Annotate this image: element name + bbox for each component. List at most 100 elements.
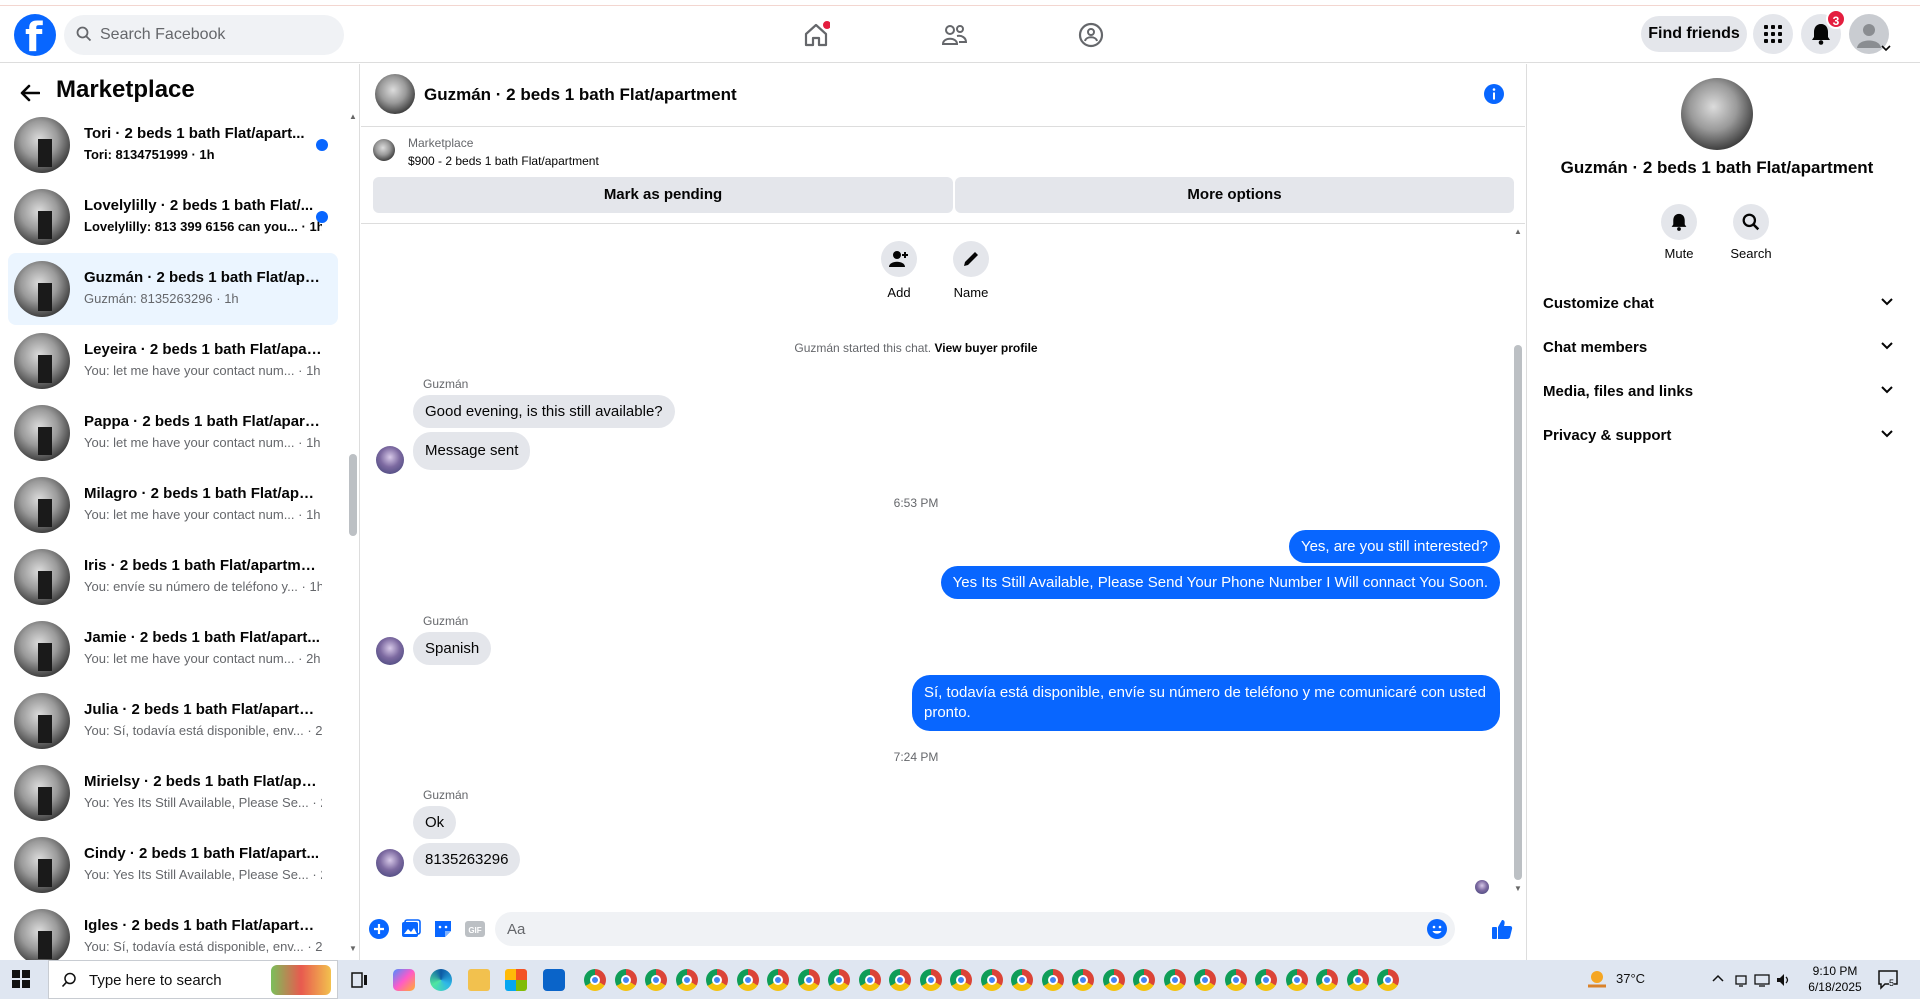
name-chat-action[interactable]: Name [941,241,1001,300]
emoji-icon[interactable] [1427,919,1447,939]
chrome-icon[interactable] [889,969,911,991]
info-icon[interactable] [1484,84,1504,104]
listing-detail[interactable]: $900 - 2 beds 1 bath Flat/apartment [408,154,599,168]
mute-action[interactable]: Mute [1649,204,1709,261]
chrome-icon[interactable] [919,969,942,991]
incoming-message[interactable]: Message sent [413,432,531,470]
back-arrow-icon[interactable] [20,84,40,102]
chrome-icon[interactable] [1255,969,1277,991]
chrome-icon[interactable] [797,969,820,991]
conversation-item[interactable]: Pappa · 2 beds 1 bath Flat/apart... You: … [8,397,338,469]
windows-start-icon[interactable] [12,970,30,988]
chrome-icon[interactable] [1041,969,1064,991]
edge-icon[interactable] [430,969,452,991]
chrome-icon[interactable] [675,969,698,991]
thread-scroll-down-arrow[interactable]: ▼ [1514,884,1522,893]
conversation-item[interactable]: Guzmán · 2 beds 1 bath Flat/apa... Guzmán… [8,253,338,325]
network-icon[interactable] [1733,972,1749,988]
friends-icon[interactable] [940,21,968,49]
chrome-icon[interactable] [584,969,606,991]
incoming-message[interactable]: Spanish [413,632,492,665]
thread-scrollbar[interactable] [1514,345,1522,880]
chrome-icon[interactable] [706,969,728,991]
microsoft-store-icon[interactable] [505,969,527,991]
privacy-support-section[interactable]: Privacy & support [1543,418,1893,454]
volume-icon[interactable] [1775,972,1791,988]
chrome-icon[interactable] [1011,969,1033,991]
outgoing-message[interactable]: Yes, are you still interested? [1288,530,1500,563]
add-people-action[interactable]: Add [869,241,929,300]
chrome-icon[interactable] [645,969,667,991]
chrome-icon[interactable] [767,969,789,991]
facebook-logo[interactable]: f [14,14,56,61]
chrome-icon[interactable] [1285,969,1308,991]
conversation-list-scrollbar[interactable] [349,454,357,536]
chrome-icon[interactable] [1102,969,1125,991]
scroll-down-arrow[interactable]: ▼ [349,944,357,953]
chrome-icon[interactable] [1377,969,1399,991]
mark-as-pending-button[interactable]: Mark as pending [373,177,953,213]
weather-widget[interactable]: 37°C [1586,968,1652,992]
thread-scroll-up-arrow[interactable]: ▲ [1514,227,1522,236]
chrome-icon[interactable] [828,969,850,991]
chrome-icon[interactable] [614,969,637,991]
photo-icon[interactable] [401,919,421,939]
customize-chat-section[interactable]: Customize chat [1543,286,1893,322]
sender-avatar[interactable] [376,849,404,877]
conversation-item[interactable]: Cindy · 2 beds 1 bath Flat/apart... You: … [8,829,338,901]
sticker-icon[interactable] [433,919,453,939]
chrome-icon[interactable] [980,969,1003,991]
outlook-icon[interactable] [543,969,565,991]
chrome-icon[interactable] [950,969,972,991]
chrome-icon[interactable] [736,969,759,991]
action-center-button[interactable]: 5 [1877,968,1899,990]
conversation-item[interactable]: Tori · 2 beds 1 bath Flat/apart... Tori: … [8,109,338,181]
chat-title[interactable]: Guzmán · 2 beds 1 bath Flat/apartment [424,85,737,105]
chevron-up-icon[interactable] [1712,974,1724,982]
conversation-item[interactable]: Lovelylilly · 2 beds 1 bath Flat/... Love… [8,181,338,253]
conversation-item[interactable]: Julia · 2 beds 1 bath Flat/apartm... You:… [8,685,338,757]
chrome-icon[interactable] [1224,969,1247,991]
file-explorer-icon[interactable] [468,969,490,991]
conversation-item[interactable]: Mirielsy · 2 beds 1 bath Flat/apar... You… [8,757,338,829]
chat-listing-thumbnail[interactable] [375,74,415,114]
media-files-links-section[interactable]: Media, files and links [1543,374,1893,410]
conversation-item[interactable]: Jamie · 2 beds 1 bath Flat/apart... You: … [8,613,338,685]
details-listing-thumbnail[interactable] [1681,78,1753,150]
scroll-up-arrow[interactable]: ▲ [349,112,357,121]
find-friends-button[interactable]: Find friends [1641,16,1747,52]
incoming-message[interactable]: 8135263296 [413,843,521,876]
groups-icon[interactable] [1077,21,1105,49]
incoming-message[interactable]: Good evening, is this still available? [413,395,675,428]
conversation-item[interactable]: Igles · 2 beds 1 bath Flat/apartm... You:… [8,901,338,960]
thumbs-up-icon[interactable] [1491,918,1513,940]
plus-circle-icon[interactable] [369,919,389,939]
details-title[interactable]: Guzmán · 2 beds 1 bath Flat/apartment [1527,158,1907,178]
system-clock[interactable]: 9:10 PM 6/18/2025 [1800,963,1870,995]
home-icon[interactable] [802,21,830,49]
view-buyer-profile-link[interactable]: View buyer profile [934,341,1037,355]
copilot-icon[interactable] [393,969,415,991]
sender-avatar[interactable] [376,637,404,665]
incoming-message[interactable]: Ok [413,806,457,839]
menu-button[interactable] [1753,14,1793,54]
chrome-icon[interactable] [858,969,881,991]
chrome-icon[interactable] [1346,969,1369,991]
chrome-icon[interactable] [1133,969,1155,991]
more-options-button[interactable]: More options [955,177,1514,213]
message-input[interactable]: Aa [495,912,1455,946]
search-facebook-input[interactable]: Search Facebook [64,15,344,55]
search-in-chat-action[interactable]: Search [1721,204,1781,261]
chrome-icon[interactable] [1072,969,1094,991]
gif-icon[interactable]: GIF [465,919,485,939]
sender-avatar[interactable] [376,446,404,474]
conversation-item[interactable]: Iris · 2 beds 1 bath Flat/apartment You: … [8,541,338,613]
taskbar-search-box[interactable]: Type here to search [48,960,338,999]
profile-avatar[interactable] [1849,14,1891,54]
display-icon[interactable] [1754,972,1770,988]
task-view-icon[interactable] [349,970,369,990]
outgoing-message[interactable]: Yes Its Still Available, Please Send You… [940,566,1500,599]
chrome-icon[interactable] [1194,969,1216,991]
chrome-icon[interactable] [1316,969,1338,991]
chat-members-section[interactable]: Chat members [1543,330,1893,366]
